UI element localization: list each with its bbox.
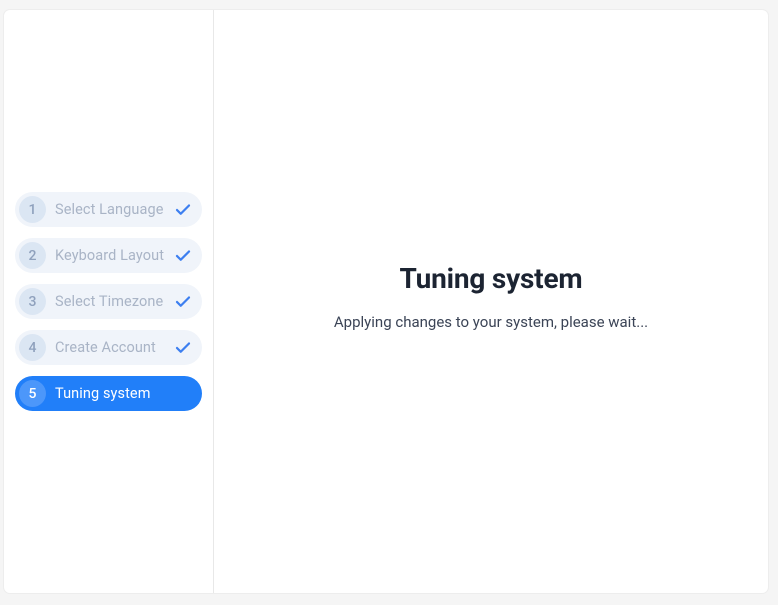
wizard-content: Tuning system Applying changes to your s… [214, 10, 768, 593]
step-label: Keyboard Layout [55, 247, 172, 264]
step-select-language[interactable]: 1 Select Language [15, 192, 202, 227]
page-title: Tuning system [400, 262, 583, 295]
step-number: 2 [19, 242, 46, 269]
step-keyboard-layout[interactable]: 2 Keyboard Layout [15, 238, 202, 273]
step-label: Select Timezone [55, 293, 172, 310]
check-icon [174, 201, 192, 219]
step-list: 1 Select Language 2 Keyboard Layout 3 Se… [15, 192, 202, 411]
step-number: 1 [19, 196, 46, 223]
check-icon [174, 247, 192, 265]
step-label: Create Account [55, 339, 172, 356]
wizard-sidebar: 1 Select Language 2 Keyboard Layout 3 Se… [4, 10, 214, 593]
step-create-account[interactable]: 4 Create Account [15, 330, 202, 365]
status-text: Applying changes to your system, please … [334, 313, 648, 331]
step-number: 5 [19, 380, 46, 407]
step-number: 4 [19, 334, 46, 361]
step-select-timezone[interactable]: 3 Select Timezone [15, 284, 202, 319]
setup-wizard-window: 1 Select Language 2 Keyboard Layout 3 Se… [4, 10, 768, 593]
step-label: Select Language [55, 201, 172, 218]
check-icon [174, 339, 192, 357]
step-number: 3 [19, 288, 46, 315]
step-label: Tuning system [55, 385, 192, 402]
step-tuning-system[interactable]: 5 Tuning system [15, 376, 202, 411]
check-icon [174, 293, 192, 311]
